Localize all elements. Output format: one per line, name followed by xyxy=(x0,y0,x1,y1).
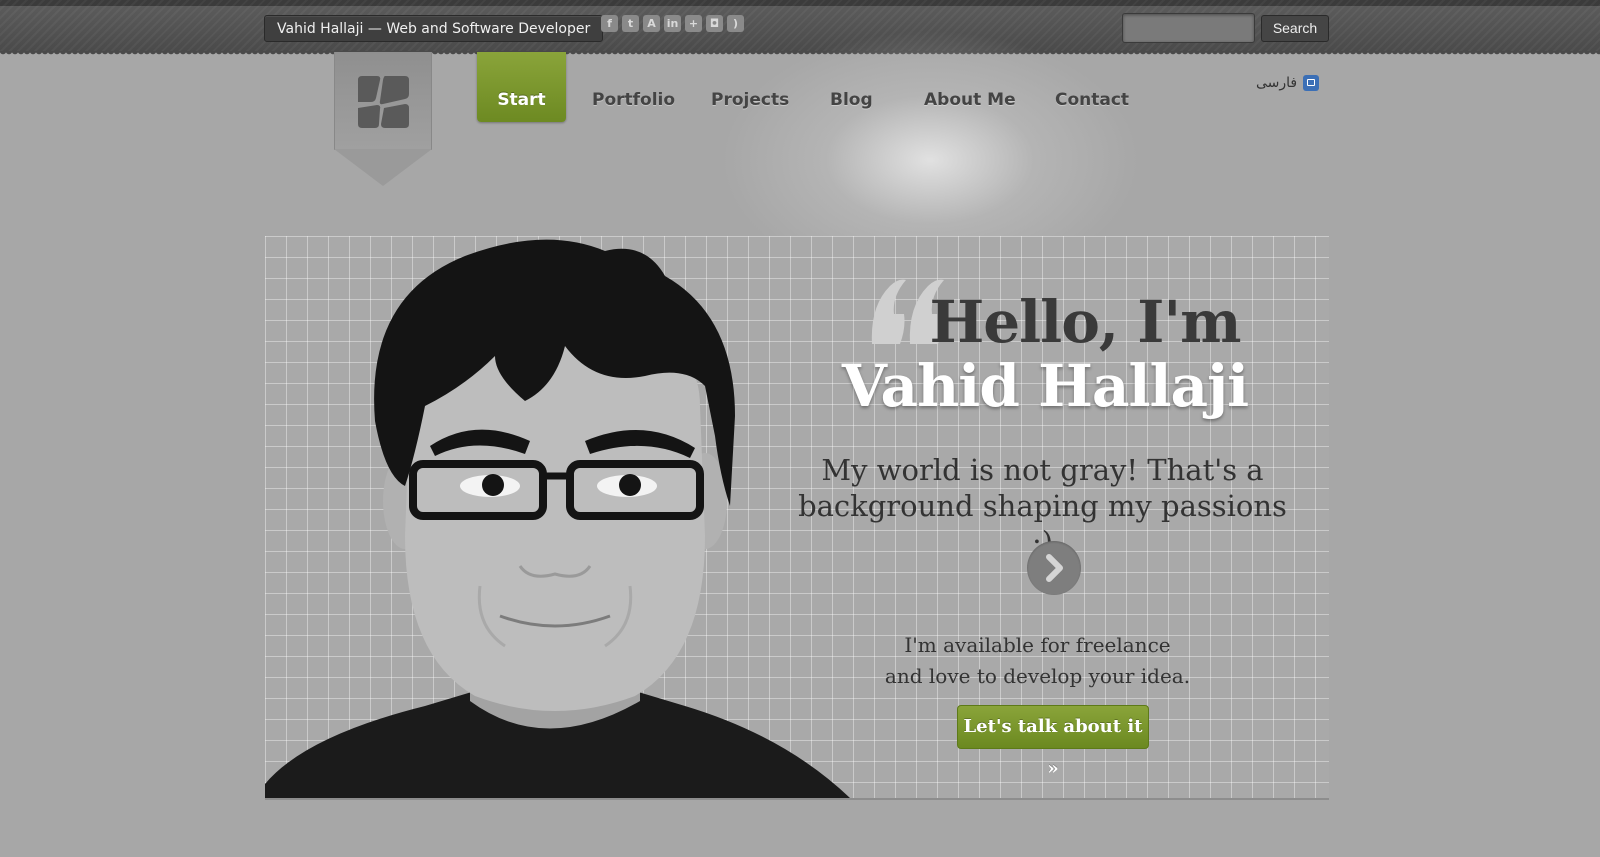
search-input[interactable] xyxy=(1122,13,1255,43)
freelance-line-1: I'm available for freelance xyxy=(904,633,1171,657)
greeting-name: Vahid Hallaji xyxy=(841,352,1249,420)
facebook-icon[interactable]: f xyxy=(601,15,618,32)
language-switch[interactable]: فارسی xyxy=(1256,75,1320,91)
next-slide-button[interactable] xyxy=(1027,541,1081,595)
contact-cta-button[interactable]: Let's talk about it » xyxy=(957,705,1149,779)
nav-item-start[interactable]: Start xyxy=(477,52,566,122)
twitter-icon[interactable]: t xyxy=(622,15,639,32)
nav-item-contact[interactable]: Contact xyxy=(1055,52,1129,122)
freelance-line-2: and love to develop your idea. xyxy=(884,664,1191,688)
search-button[interactable]: Search xyxy=(1261,15,1329,42)
app-icon[interactable]: A xyxy=(643,15,660,32)
logo[interactable] xyxy=(334,52,432,186)
nav-item-blog[interactable]: Blog xyxy=(830,52,873,122)
language-label: فارسی xyxy=(1256,75,1298,91)
logo-icon xyxy=(358,76,409,128)
linkedin-icon[interactable]: in xyxy=(664,15,681,32)
chevron-right-icon xyxy=(1046,554,1063,582)
site-title[interactable]: Vahid Hallaji — Web and Software Develop… xyxy=(264,15,604,42)
nav-item-portfolio[interactable]: Portfolio xyxy=(592,52,675,122)
hero-banner: Hello, I'm Vahid Hallaji My world is not… xyxy=(265,236,1329,800)
avatar-illustration xyxy=(265,239,850,798)
greeting-line-1: Hello, I'm xyxy=(929,288,1241,356)
language-icon xyxy=(1303,75,1320,91)
nav-item-projects[interactable]: Projects xyxy=(711,52,789,122)
nav-item-about-me[interactable]: About Me xyxy=(924,52,1016,122)
freelance-text: I'm available for freelance and love to … xyxy=(870,630,1205,692)
google-plus-icon[interactable]: + xyxy=(685,15,702,32)
